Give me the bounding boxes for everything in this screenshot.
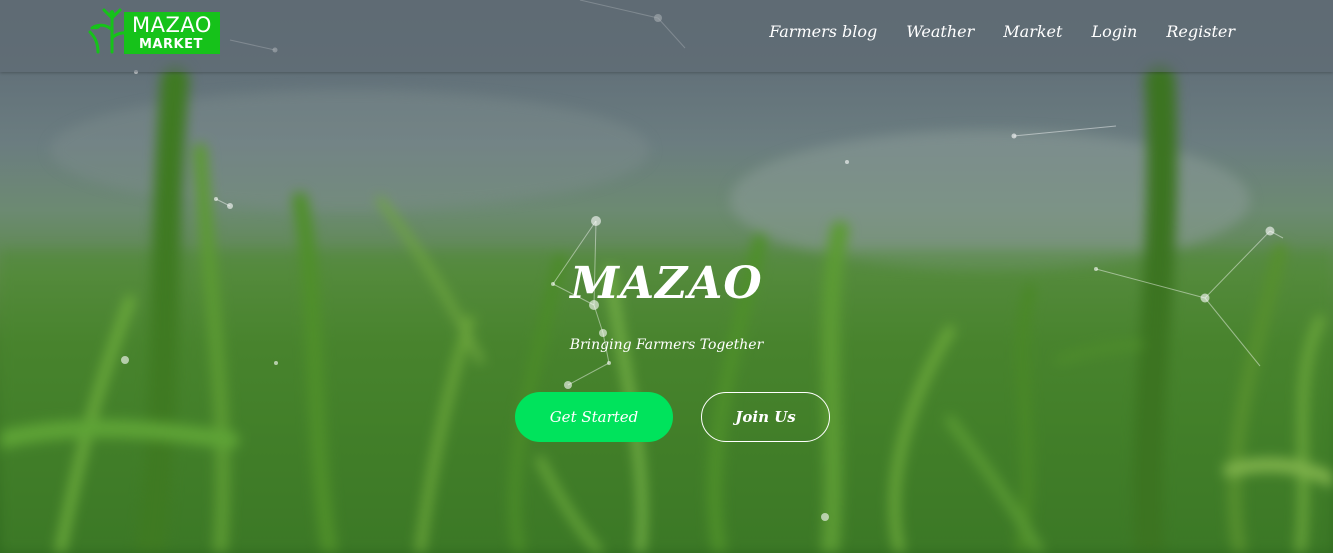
nav-link-login[interactable]: Login bbox=[1091, 22, 1137, 42]
brand-logo[interactable]: MAZAO MARKET bbox=[88, 8, 220, 54]
hero-subtitle: Bringing Farmers Together bbox=[569, 337, 764, 353]
logo-title: MAZAO bbox=[132, 13, 212, 37]
nav-link-weather[interactable]: Weather bbox=[906, 22, 974, 42]
nav-link-farmers-blog[interactable]: Farmers blog bbox=[769, 22, 877, 42]
nav-link-market[interactable]: Market bbox=[1003, 22, 1062, 42]
hero-section: MAZAO MARKET Farmers blog Weather Market… bbox=[0, 0, 1333, 553]
join-us-button[interactable]: Join Us bbox=[701, 392, 830, 442]
hero-title: MAZAO bbox=[570, 258, 763, 309]
main-nav: Farmers blog Weather Market Login Regist… bbox=[740, 22, 1235, 42]
get-started-button[interactable]: Get Started bbox=[515, 392, 673, 442]
logo-subtitle: MARKET bbox=[139, 37, 203, 52]
nav-link-register[interactable]: Register bbox=[1166, 22, 1235, 42]
navbar: MAZAO MARKET Farmers blog Weather Market… bbox=[0, 0, 1333, 72]
